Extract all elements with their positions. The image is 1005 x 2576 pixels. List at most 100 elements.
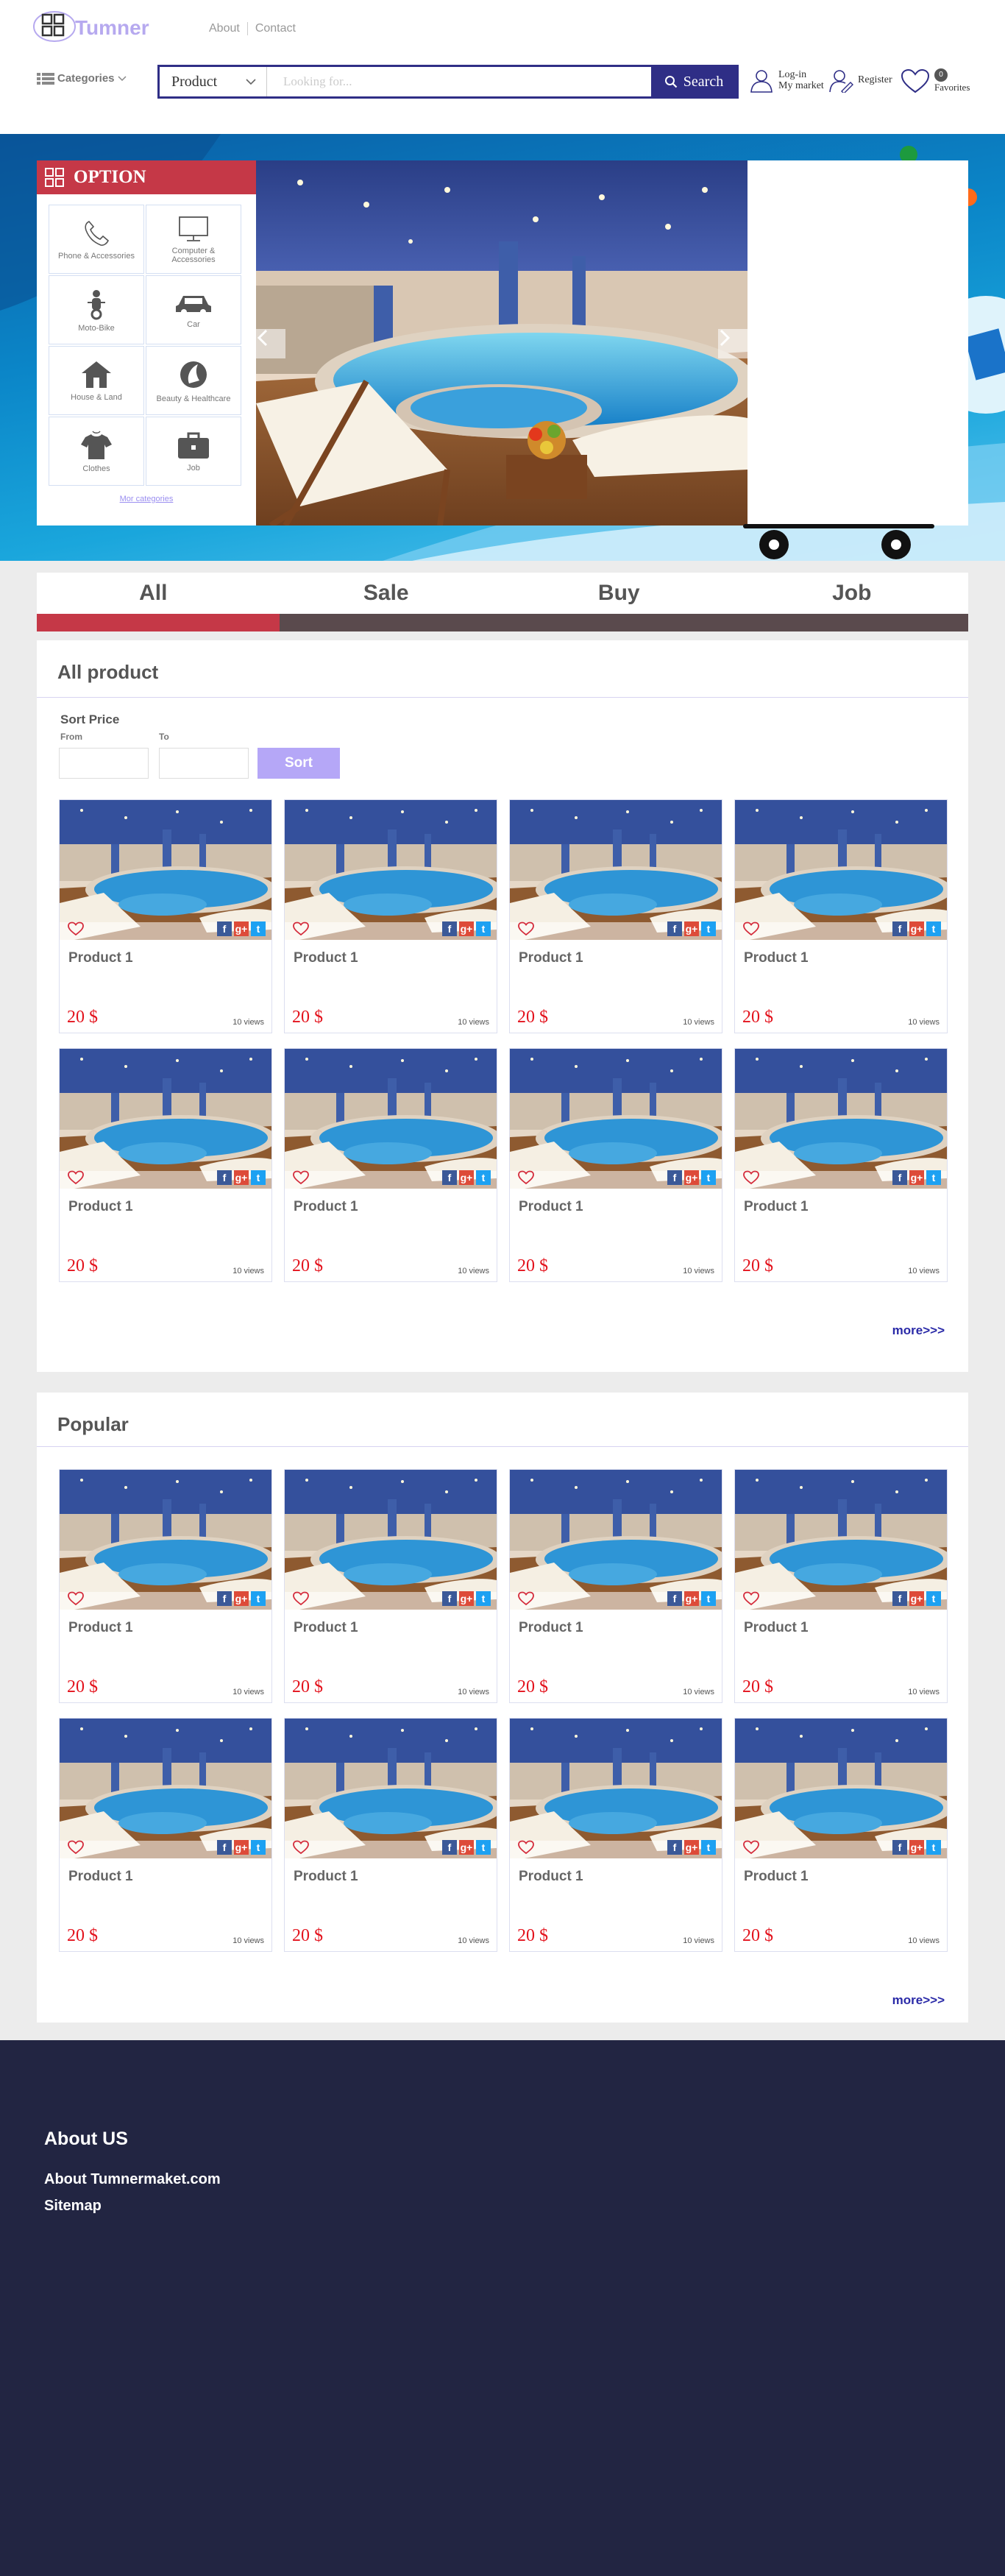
product-name[interactable]: Product 1 [294,1620,358,1636]
product-image[interactable] [510,1049,722,1189]
category-clothes[interactable]: Clothes [49,417,144,486]
product-name[interactable]: Product 1 [68,950,133,966]
facebook-icon[interactable]: f [442,1170,457,1185]
promo-box[interactable] [747,160,968,526]
search-category-select[interactable]: Product [160,67,267,96]
google-plus-icon[interactable]: g+ [234,1591,249,1606]
product-card[interactable]: f g+ t Product 1 20 $ 10 views [509,1048,722,1282]
product-name[interactable]: Product 1 [519,950,583,966]
product-image[interactable] [60,800,271,940]
twitter-icon[interactable]: t [476,1840,491,1855]
twitter-icon[interactable]: t [701,1591,716,1606]
heart-icon[interactable] [292,1591,310,1606]
google-plus-icon[interactable]: g+ [684,921,699,936]
site-logo[interactable]: Tumner [32,7,157,46]
product-card[interactable]: f g+ t Product 1 20 $ 10 views [734,1718,948,1952]
product-name[interactable]: Product 1 [744,1869,809,1885]
google-plus-icon[interactable]: g+ [684,1840,699,1855]
slider-next-button[interactable] [718,329,747,358]
product-name[interactable]: Product 1 [519,1869,583,1885]
sort-to-input[interactable] [159,748,249,779]
category-house[interactable]: House & Land [49,346,144,415]
product-card[interactable]: f g+ t Product 1 20 $ 10 views [509,1718,722,1952]
product-image[interactable] [60,1049,271,1189]
facebook-icon[interactable]: f [667,1591,682,1606]
product-name[interactable]: Product 1 [519,1620,583,1636]
twitter-icon[interactable]: t [476,921,491,936]
twitter-icon[interactable]: t [701,1840,716,1855]
google-plus-icon[interactable]: g+ [234,1840,249,1855]
google-plus-icon[interactable]: g+ [234,1170,249,1185]
heart-icon[interactable] [292,921,310,936]
favorites-link[interactable]: 0 Favorites [901,68,970,93]
twitter-icon[interactable]: t [926,921,941,936]
facebook-icon[interactable]: f [892,1170,907,1185]
product-image[interactable] [285,800,497,940]
heart-icon[interactable] [517,1170,535,1185]
google-plus-icon[interactable]: g+ [909,1170,924,1185]
product-image[interactable] [510,1719,722,1858]
sort-button[interactable]: Sort [258,748,340,779]
facebook-icon[interactable]: f [442,1591,457,1606]
facebook-icon[interactable]: f [892,1840,907,1855]
product-card[interactable]: f g+ t Product 1 20 $ 10 views [284,1718,497,1952]
heart-icon[interactable] [742,1591,760,1606]
product-card[interactable]: f g+ t Product 1 20 $ 10 views [509,799,722,1033]
product-card[interactable]: f g+ t Product 1 20 $ 10 views [734,1048,948,1282]
search-button[interactable]: Search [651,67,736,96]
product-name[interactable]: Product 1 [744,1199,809,1215]
product-image[interactable] [735,1470,947,1610]
product-name[interactable]: Product 1 [68,1620,133,1636]
product-image[interactable] [285,1470,497,1610]
twitter-icon[interactable]: t [251,1840,266,1855]
categories-button[interactable]: Categories [37,72,127,85]
product-name[interactable]: Product 1 [294,1869,358,1885]
heart-icon[interactable] [742,1170,760,1185]
facebook-icon[interactable]: f [667,921,682,936]
google-plus-icon[interactable]: g+ [459,1591,474,1606]
category-phone[interactable]: Phone & Accessories [49,205,144,274]
google-plus-icon[interactable]: g+ [684,1591,699,1606]
twitter-icon[interactable]: t [251,921,266,936]
google-plus-icon[interactable]: g+ [459,1840,474,1855]
facebook-icon[interactable]: f [442,921,457,936]
google-plus-icon[interactable]: g+ [684,1170,699,1185]
category-motorbike[interactable]: Moto-Bike [49,275,144,344]
twitter-icon[interactable]: t [701,921,716,936]
google-plus-icon[interactable]: g+ [459,921,474,936]
heart-icon[interactable] [742,1840,760,1855]
twitter-icon[interactable]: t [251,1170,266,1185]
heart-icon[interactable] [742,921,760,936]
product-card[interactable]: f g+ t Product 1 20 $ 10 views [284,799,497,1033]
nav-about-link[interactable]: About [202,22,247,35]
nav-contact-link[interactable]: Contact [248,22,303,35]
tab-buy[interactable]: Buy [502,573,736,614]
category-job[interactable]: Job [146,417,241,486]
footer-sitemap-link[interactable]: Sitemap [44,2198,102,2215]
product-card[interactable]: f g+ t Product 1 20 $ 10 views [734,1469,948,1703]
heart-icon[interactable] [292,1170,310,1185]
product-card[interactable]: f g+ t Product 1 20 $ 10 views [509,1469,722,1703]
product-name[interactable]: Product 1 [294,1199,358,1215]
twitter-icon[interactable]: t [926,1170,941,1185]
twitter-icon[interactable]: t [926,1840,941,1855]
slider-prev-button[interactable] [256,329,285,358]
product-name[interactable]: Product 1 [294,950,358,966]
twitter-icon[interactable]: t [476,1170,491,1185]
register-link[interactable]: Register [828,68,892,93]
product-image[interactable] [735,800,947,940]
sort-from-input[interactable] [59,748,149,779]
heart-icon[interactable] [67,921,85,936]
product-image[interactable] [285,1049,497,1189]
facebook-icon[interactable]: f [892,1591,907,1606]
product-card[interactable]: f g+ t Product 1 20 $ 10 views [59,1469,272,1703]
facebook-icon[interactable]: f [667,1840,682,1855]
product-card[interactable]: f g+ t Product 1 20 $ 10 views [284,1048,497,1282]
more-categories-link[interactable]: Mor categories [37,495,256,503]
product-name[interactable]: Product 1 [744,1620,809,1636]
facebook-icon[interactable]: f [667,1170,682,1185]
product-name[interactable]: Product 1 [68,1869,133,1885]
product-name[interactable]: Product 1 [519,1199,583,1215]
twitter-icon[interactable]: t [251,1591,266,1606]
twitter-icon[interactable]: t [701,1170,716,1185]
